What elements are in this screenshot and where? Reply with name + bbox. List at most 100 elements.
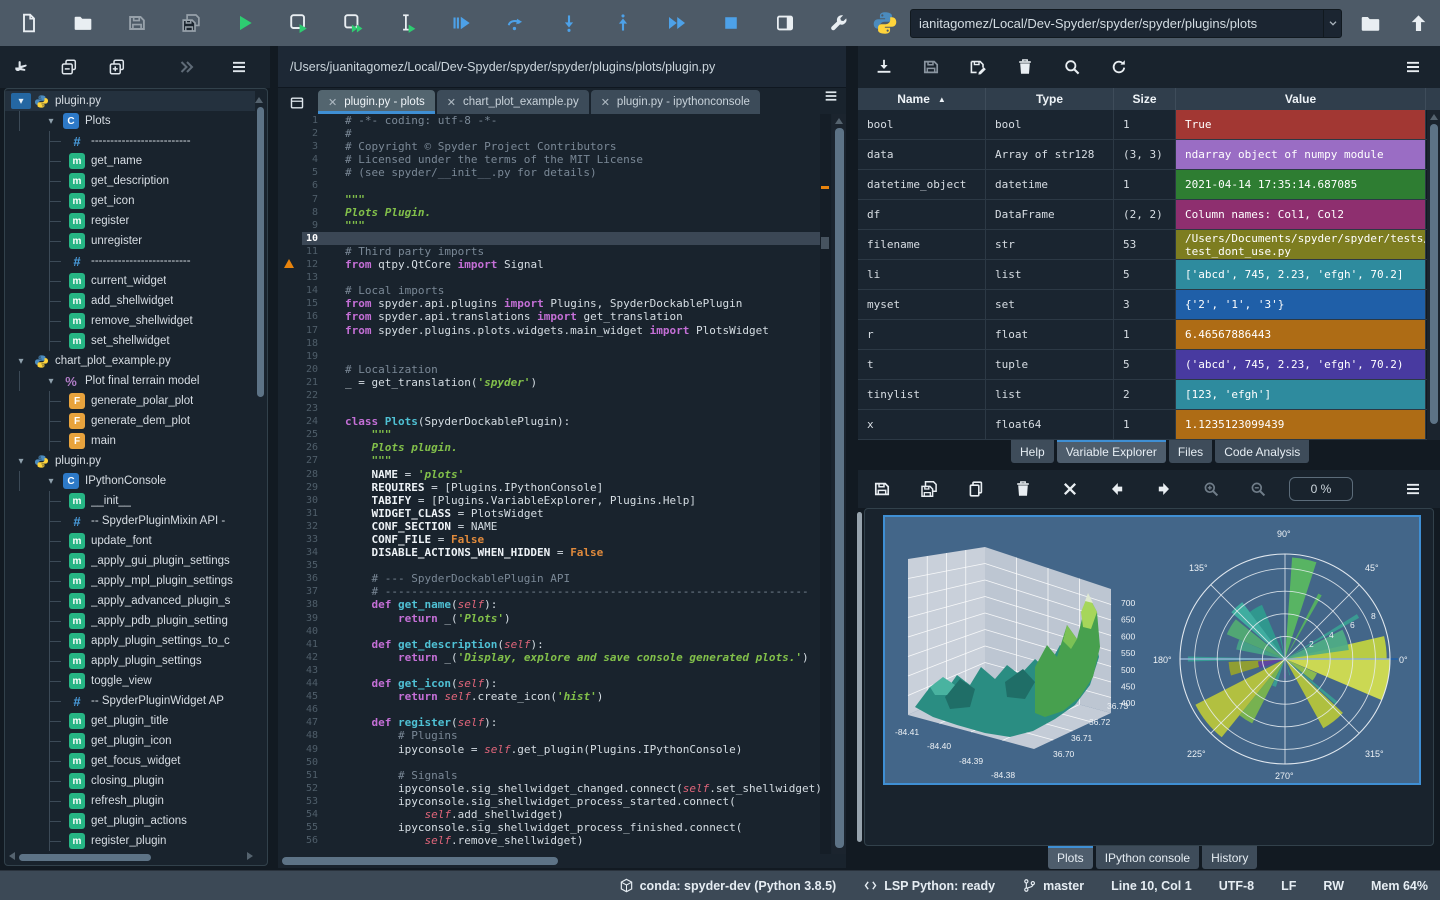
chevron-expanded-icon[interactable]: ▾ xyxy=(41,473,61,489)
collapse-all-button[interactable] xyxy=(52,49,86,85)
variable-type[interactable]: Array of str128 xyxy=(986,140,1114,169)
readwrite-status[interactable]: RW xyxy=(1323,879,1344,893)
variable-size[interactable]: 3 xyxy=(1114,290,1176,319)
run-cell-button[interactable] xyxy=(278,5,320,41)
outline-item-ipythonconsole[interactable]: ▾CIPythonConsole xyxy=(5,471,255,491)
variable-row-r[interactable]: rfloat16.46567886443 xyxy=(858,320,1440,350)
variable-value[interactable]: Column names: Col1, Col2 xyxy=(1176,200,1426,229)
tab-variable-explorer[interactable]: Variable Explorer xyxy=(1057,440,1166,463)
outline-vertical-scrollbar[interactable] xyxy=(257,107,264,397)
refresh-variables-button[interactable] xyxy=(1099,49,1139,85)
vartable-vscroll-track[interactable] xyxy=(1427,110,1440,440)
run-file-button[interactable] xyxy=(224,5,266,41)
outline-item-register_plugin[interactable]: mregister_plugin xyxy=(5,831,255,851)
variable-type[interactable]: bool xyxy=(986,110,1114,139)
chevron-expanded-icon[interactable]: ▾ xyxy=(41,113,61,129)
zoom-out-button[interactable] xyxy=(1238,471,1278,507)
browse-directory-button[interactable] xyxy=(1350,5,1390,41)
stop-debugging-button[interactable] xyxy=(710,5,752,41)
editor-vertical-scrollbar[interactable] xyxy=(835,128,844,848)
memory-status[interactable]: Mem 64% xyxy=(1371,879,1428,893)
outline-item-_apply_mpl_plugin_settings[interactable]: m_apply_mpl_plugin_settings xyxy=(5,571,255,591)
outline-item-remove_shellwidget[interactable]: mremove_shellwidget xyxy=(5,311,255,331)
variable-name[interactable]: t xyxy=(858,350,986,379)
maximize-pane-button[interactable] xyxy=(764,5,806,41)
outline-item-toggle_view[interactable]: mtoggle_view xyxy=(5,671,255,691)
variable-name[interactable]: data xyxy=(858,140,986,169)
variable-value[interactable]: 2021-04-14 17:35:14.687085 xyxy=(1176,170,1426,199)
variable-size[interactable]: 5 xyxy=(1114,350,1176,379)
variable-name[interactable]: filename xyxy=(858,230,986,259)
run-selection-button[interactable] xyxy=(386,5,428,41)
column-header-type[interactable]: Type xyxy=(986,88,1114,110)
tab-history[interactable]: History xyxy=(1202,846,1257,869)
git-branch-status[interactable]: master xyxy=(1022,878,1084,893)
import-data-button[interactable] xyxy=(864,49,904,85)
variable-row-x[interactable]: xfloat6411.1235123099439 xyxy=(858,410,1440,440)
tab-code-analysis[interactable]: Code Analysis xyxy=(1215,440,1309,463)
variable-value[interactable]: 1.1235123099439 xyxy=(1176,410,1426,439)
editor-options-menu-button[interactable] xyxy=(818,78,844,114)
scroll-right-arrow[interactable] xyxy=(247,852,253,860)
outline-item-refresh_plugin[interactable]: mrefresh_plugin xyxy=(5,791,255,811)
outline-item--spyderpluginmixin-api-[interactable]: #-- SpyderPluginMixin API - xyxy=(5,511,255,531)
previous-plot-button[interactable] xyxy=(1097,471,1137,507)
copy-plot-button[interactable] xyxy=(956,471,996,507)
outline-item-plots[interactable]: ▾CPlots xyxy=(5,111,255,131)
varexp-options-menu-button[interactable] xyxy=(1393,49,1433,85)
save-all-plots-button[interactable] xyxy=(909,471,949,507)
plots-left-scrollbar[interactable] xyxy=(857,512,862,842)
outline-item-get_focus_widget[interactable]: mget_focus_widget xyxy=(5,751,255,771)
outline-item-__init__[interactable]: m__init__ xyxy=(5,491,255,511)
outline-item-get_plugin_icon[interactable]: mget_plugin_icon xyxy=(5,731,255,751)
vartable-vertical-scrollbar[interactable] xyxy=(1430,124,1438,424)
variable-size[interactable]: 5 xyxy=(1114,260,1176,289)
variable-size[interactable]: 2 xyxy=(1114,380,1176,409)
remove-plot-button[interactable] xyxy=(1003,471,1043,507)
save-data-as-button[interactable] xyxy=(958,49,998,85)
variable-row-datetime_object[interactable]: datetime_objectdatetime12021-04-14 17:35… xyxy=(858,170,1440,200)
save-data-button[interactable] xyxy=(911,49,951,85)
outline-item-get_description[interactable]: mget_description xyxy=(5,171,255,191)
scroll-left-arrow[interactable] xyxy=(9,852,15,860)
save-all-button[interactable] xyxy=(170,5,212,41)
run-cell-advance-button[interactable] xyxy=(332,5,374,41)
outline-item-register[interactable]: mregister xyxy=(5,211,255,231)
variable-size[interactable]: 1 xyxy=(1114,410,1176,439)
outline-item-generate_polar_plot[interactable]: Fgenerate_polar_plot xyxy=(5,391,255,411)
outline-item-_apply_advanced_plugin_s[interactable]: m_apply_advanced_plugin_s xyxy=(5,591,255,611)
zoom-in-button[interactable] xyxy=(1191,471,1231,507)
variable-name[interactable]: df xyxy=(858,200,986,229)
outline-item-apply_plugin_settings_to_c[interactable]: mapply_plugin_settings_to_c xyxy=(5,631,255,651)
variable-value[interactable]: /Users/Documents/spyder/spyder/tests/ te… xyxy=(1176,230,1426,259)
outline-item--[interactable]: #-------------------------- xyxy=(5,131,255,151)
preferences-button[interactable] xyxy=(818,5,860,41)
variable-value[interactable]: True xyxy=(1176,110,1426,139)
save-plot-button[interactable] xyxy=(862,471,902,507)
chevron-down-icon[interactable] xyxy=(1323,10,1341,37)
step-into-button[interactable] xyxy=(548,5,590,41)
tab-help[interactable]: Help xyxy=(1011,440,1054,463)
outline-item--spyderpluginwidget-ap[interactable]: #-- SpyderPluginWidget AP xyxy=(5,691,255,711)
outline-item-_apply_pdb_plugin_setting[interactable]: m_apply_pdb_plugin_setting xyxy=(5,611,255,631)
outline-item-apply_plugin_settings[interactable]: mapply_plugin_settings xyxy=(5,651,255,671)
outline-item-chart_plot_example-py[interactable]: ▾chart_plot_example.py xyxy=(5,351,255,371)
variable-size[interactable]: 1 xyxy=(1114,170,1176,199)
continue-button[interactable] xyxy=(656,5,698,41)
remove-variable-button[interactable] xyxy=(1005,49,1045,85)
working-directory-value[interactable]: ianitagomez/Local/Dev-Spyder/spyder/spyd… xyxy=(911,16,1323,31)
new-file-button[interactable] xyxy=(8,5,50,41)
plots-options-menu-button[interactable] xyxy=(1393,471,1433,507)
step-return-button[interactable] xyxy=(602,5,644,41)
variable-size[interactable]: (2, 2) xyxy=(1114,200,1176,229)
outline-item-get_plugin_actions[interactable]: mget_plugin_actions xyxy=(5,811,255,831)
editor-tab-plugin-py-plots[interactable]: ✕plugin.py - plots xyxy=(318,90,435,114)
variable-size[interactable]: 1 xyxy=(1114,110,1176,139)
lsp-status[interactable]: LSP Python: ready xyxy=(863,878,995,893)
variable-value[interactable]: [123, 'efgh'] xyxy=(1176,380,1426,409)
outline-item-set_shellwidget[interactable]: mset_shellwidget xyxy=(5,331,255,351)
variable-name[interactable]: tinylist xyxy=(858,380,986,409)
outline-item-current_widget[interactable]: mcurrent_widget xyxy=(5,271,255,291)
close-tab-icon[interactable]: ✕ xyxy=(601,96,610,109)
outline-item-add_shellwidget[interactable]: madd_shellwidget xyxy=(5,291,255,311)
